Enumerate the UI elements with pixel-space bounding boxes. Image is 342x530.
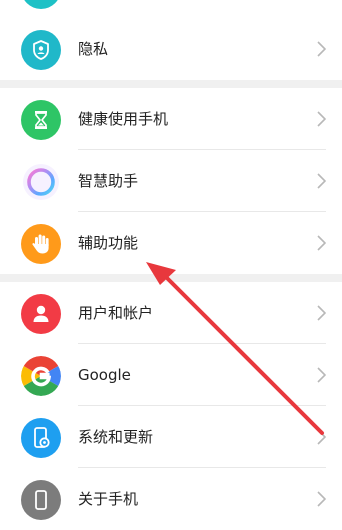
section-gap <box>0 273 342 282</box>
generic-icon <box>21 0 61 9</box>
settings-item-label: 健康使用手机 <box>78 110 169 128</box>
settings-item-smart-assistant[interactable]: 智慧助手 <box>0 150 342 212</box>
phone-icon <box>21 480 61 520</box>
settings-item-users-accounts[interactable]: 用户和帐户 <box>0 282 342 344</box>
chevron-right-icon <box>317 41 326 57</box>
settings-item-google[interactable]: Google <box>0 344 342 406</box>
chevron-right-icon <box>317 367 326 383</box>
settings-item-label: 系统和更新 <box>78 428 154 446</box>
settings-item-accessibility[interactable]: 辅助功能 <box>0 212 342 274</box>
chevron-right-icon <box>317 111 326 127</box>
settings-item-about-phone[interactable]: 关于手机 <box>0 468 342 530</box>
google-g-icon <box>21 356 61 396</box>
ring-icon <box>21 162 61 202</box>
settings-item-label: 智慧助手 <box>78 172 139 190</box>
phone-gear-icon <box>21 418 61 458</box>
settings-item-privacy[interactable]: 隐私 <box>0 18 342 80</box>
settings-item-system-update[interactable]: 系统和更新 <box>0 406 342 468</box>
hourglass-icon <box>21 100 61 140</box>
chevron-right-icon <box>317 235 326 251</box>
settings-item-label: 辅助功能 <box>78 234 139 252</box>
settings-item-top-partial[interactable] <box>0 0 342 19</box>
chevron-right-icon <box>317 173 326 189</box>
chevron-right-icon <box>317 491 326 507</box>
settings-item-label: 用户和帐户 <box>78 304 154 322</box>
person-icon <box>21 294 61 334</box>
settings-item-label: 关于手机 <box>78 490 139 508</box>
shield-icon <box>21 30 61 70</box>
settings-item-label: 隐私 <box>78 40 109 58</box>
settings-item-digital-balance[interactable]: 健康使用手机 <box>0 88 342 150</box>
chevron-right-icon <box>317 429 326 445</box>
settings-item-label: Google <box>78 366 131 384</box>
hand-icon <box>21 224 61 264</box>
chevron-right-icon <box>317 305 326 321</box>
